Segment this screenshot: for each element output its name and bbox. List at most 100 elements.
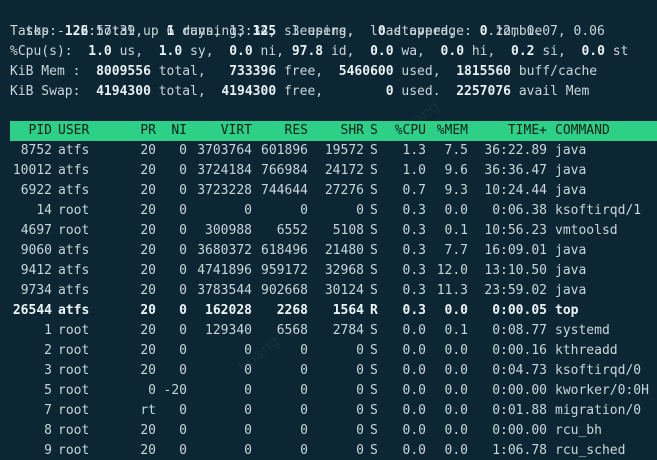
row-user: atfs xyxy=(58,283,90,298)
row-shr: 0 xyxy=(356,363,364,378)
cpu-wa: 0.0 xyxy=(370,44,394,59)
row-command: java xyxy=(555,143,587,158)
col-res: RES xyxy=(284,123,308,138)
row-virt: 3723228 xyxy=(197,183,252,198)
cpu-st: 0.0 xyxy=(581,44,605,59)
row-pr: 20 xyxy=(140,363,156,378)
row-ni: 0 xyxy=(179,163,187,178)
row-command: ksoftirqd/1 xyxy=(555,203,642,218)
row-pid: 9734 xyxy=(20,283,52,298)
row-cpu: 0.3 xyxy=(402,263,426,278)
row-shr: 24172 xyxy=(324,163,364,178)
process-row: 4697 root 20 0 300988 6552 5108 S 0.3 0.1 10:56.23… xyxy=(10,221,657,241)
row-pid: 3 xyxy=(44,363,52,378)
row-shr: 0 xyxy=(356,443,364,458)
tasks-sleeping-label: sleeping, xyxy=(283,24,355,39)
row-cpu: 0.3 xyxy=(402,303,426,318)
row-time: 0:00.16 xyxy=(492,343,547,358)
col-cpu: %CPU xyxy=(394,123,426,138)
tasks-running: 1 xyxy=(166,24,175,39)
row-shr: 27276 xyxy=(324,183,364,198)
uptime-line: top - 22:57:39 up 6 days, 13:34, 3 users… xyxy=(10,2,605,39)
col-time: TIME+ xyxy=(507,123,547,138)
tasks-label: Tasks: xyxy=(10,24,57,39)
row-res: 0 xyxy=(300,203,308,218)
row-virt: 0 xyxy=(244,423,252,438)
row-command: java xyxy=(555,183,587,198)
row-state: S xyxy=(370,203,378,218)
row-res: 902668 xyxy=(261,283,308,298)
row-user: atfs xyxy=(58,143,90,158)
row-user: root xyxy=(58,223,90,238)
row-cpu: 0.7 xyxy=(402,183,426,198)
row-state: S xyxy=(370,343,378,358)
row-mem: 0.0 xyxy=(444,383,468,398)
row-shr: 2784 xyxy=(332,323,364,338)
row-state: S xyxy=(370,243,378,258)
process-row: 9734 atfs 20 0 3783544 902668 30124 S 0.3 11.3 23:… xyxy=(10,281,657,301)
row-virt: 0 xyxy=(244,403,252,418)
row-mem: 0.0 xyxy=(444,303,468,318)
row-state: R xyxy=(370,303,378,318)
row-pr: 20 xyxy=(140,323,156,338)
row-time: 36:36.47 xyxy=(484,163,547,178)
cpu-label: %Cpu(s): xyxy=(10,44,73,59)
process-row: 9412 atfs 20 0 4741896 959172 32968 S 0.3 12.0 13:… xyxy=(10,261,657,281)
row-mem: 0.0 xyxy=(444,203,468,218)
cpu-ni-label: ni, xyxy=(260,44,284,59)
col-virt: VIRT xyxy=(220,123,252,138)
row-mem: 0.0 xyxy=(444,343,468,358)
row-command: rcu_bh xyxy=(555,423,602,438)
row-user: atfs xyxy=(58,183,90,198)
swap-used: 0 xyxy=(385,84,394,99)
row-user: root xyxy=(58,203,90,218)
row-ni: 0 xyxy=(179,403,187,418)
row-cpu: 0.0 xyxy=(402,403,426,418)
swap-avail-label: avail Mem xyxy=(518,84,590,99)
mem-used: 5460600 xyxy=(338,64,394,79)
cpu-st-label: st xyxy=(612,44,629,59)
row-virt: 0 xyxy=(244,203,252,218)
swap-used-label: used. xyxy=(401,84,441,99)
cpu-hi-label: hi, xyxy=(471,44,496,59)
row-shr: 0 xyxy=(356,423,364,438)
cpu-si-label: si, xyxy=(542,44,566,59)
row-pr: 20 xyxy=(140,143,156,158)
row-state: S xyxy=(370,423,378,438)
row-mem: 9.3 xyxy=(444,183,468,198)
cpu-sy: 1.0 xyxy=(158,44,183,59)
swap-avail: 2257076 xyxy=(456,84,511,99)
row-mem: 11.3 xyxy=(436,283,468,298)
cpu-ni: 0.0 xyxy=(229,44,253,59)
row-pid: 14 xyxy=(36,203,52,218)
row-command: ksoftirqd/0 xyxy=(555,363,642,378)
row-ni: 0 xyxy=(179,263,187,278)
row-command: java xyxy=(555,163,587,178)
mem-label: KiB Mem : xyxy=(10,64,81,79)
row-ni: 0 xyxy=(179,343,187,358)
row-command: java xyxy=(555,243,587,258)
row-user: root xyxy=(58,323,90,338)
cpu-id: 97.8 xyxy=(291,44,324,59)
swap-line: KiB Swap: 4194300 total, 4194300 free, 0… xyxy=(10,82,589,102)
tasks-zombie: 0 xyxy=(479,24,488,39)
col-pid: PID xyxy=(28,123,52,138)
row-cpu: 0.0 xyxy=(402,383,426,398)
row-ni: 0 xyxy=(179,303,187,318)
row-res: 6552 xyxy=(276,223,308,238)
row-time: 36:22.89 xyxy=(484,143,547,158)
row-cpu: 0.0 xyxy=(402,443,426,458)
process-row: 10012 atfs 20 0 3724184 766984 24172 S 1.0 9.6 36:… xyxy=(10,161,657,181)
row-pr: 20 xyxy=(140,203,156,218)
mem-total: 8009556 xyxy=(96,64,151,79)
row-virt: 129340 xyxy=(205,323,252,338)
mem-free: 733396 xyxy=(229,64,277,79)
row-mem: 7.7 xyxy=(444,243,468,258)
row-cpu: 0.3 xyxy=(402,223,426,238)
row-mem: 0.0 xyxy=(444,443,468,458)
row-virt: 300988 xyxy=(205,223,252,238)
row-cpu: 0.0 xyxy=(402,343,426,358)
row-pid: 9060 xyxy=(20,243,52,258)
row-pr: 20 xyxy=(140,443,156,458)
row-user: root xyxy=(58,443,90,458)
